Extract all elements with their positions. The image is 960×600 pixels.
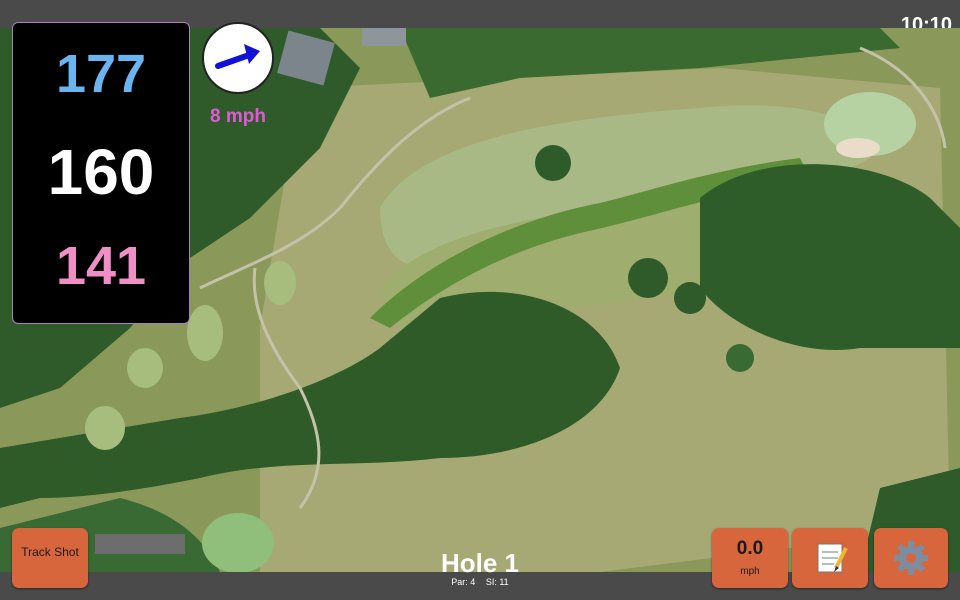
hole-info: Par: 4 SI: 11 xyxy=(380,577,580,587)
stroke-index-label: SI: 11 xyxy=(485,577,509,587)
notepad-icon xyxy=(817,543,848,573)
wind-direction-indicator xyxy=(202,22,274,94)
distance-panel: 177 160 141 xyxy=(12,22,190,324)
wind-unit: mph xyxy=(740,566,760,577)
settings-button[interactable] xyxy=(874,528,948,588)
arrow-icon xyxy=(215,44,260,69)
track-shot-button[interactable]: Track Shot xyxy=(12,528,88,588)
notes-button[interactable] xyxy=(792,528,868,588)
back-distance: 177 xyxy=(55,44,147,104)
par-label: Par: 4 xyxy=(451,577,476,587)
wind-speed-label: 8 mph xyxy=(210,106,266,127)
front-distance: 141 xyxy=(55,236,147,296)
wind-value: 0.0 xyxy=(736,538,764,559)
track-shot-label: Track Shot xyxy=(21,545,79,559)
wind-button[interactable]: 0.0 mph xyxy=(712,528,788,588)
gear-icon xyxy=(894,541,928,575)
hole-title: Hole 1 xyxy=(440,548,520,578)
middle-distance: 160 xyxy=(47,136,155,208)
